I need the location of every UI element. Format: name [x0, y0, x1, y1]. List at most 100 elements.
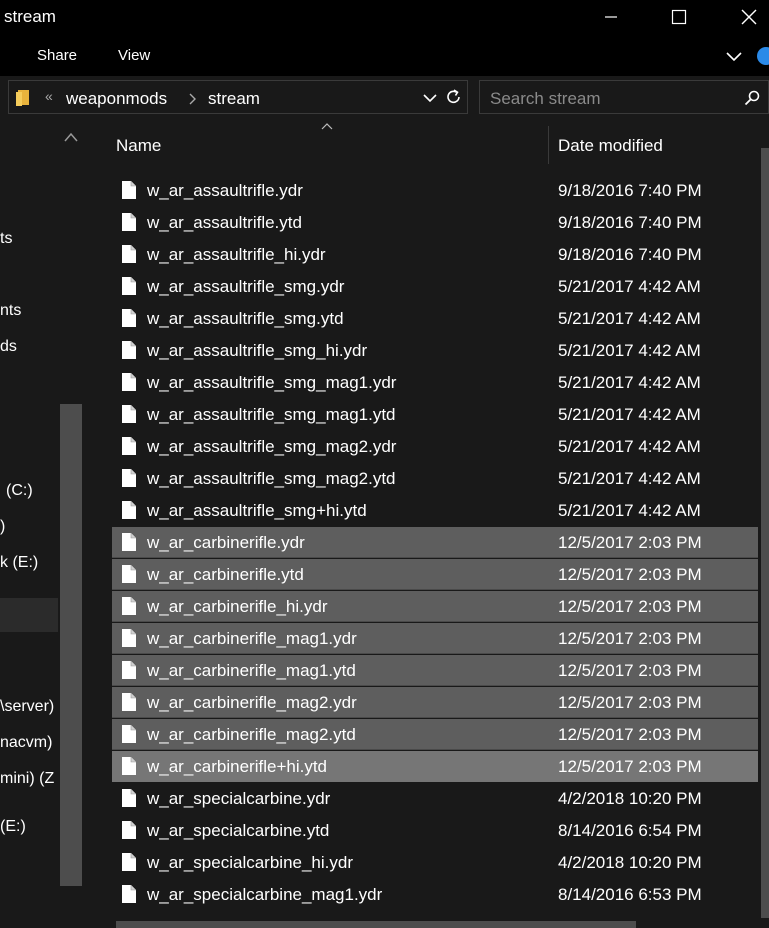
file-date-modified: 5/21/2017 4:42 AM: [558, 373, 701, 392]
file-icon: [122, 341, 136, 359]
file-name: w_ar_carbinerifle.ydr: [147, 533, 305, 552]
column-header-name[interactable]: Name: [116, 136, 161, 156]
file-row[interactable]: w_ar_carbinerifle_mag1.ydr 12/5/2017 2:03…: [112, 623, 758, 654]
file-date-modified: 5/21/2017 4:42 AM: [558, 277, 701, 296]
minimize-icon: [605, 16, 617, 18]
nav-item-recents[interactable]: nts: [0, 302, 21, 320]
close-icon: [741, 9, 757, 25]
file-name: w_ar_carbinerifle.ytd: [147, 565, 304, 584]
file-row[interactable]: w_ar_assaultrifle.ydr 9/18/2016 7:40 PM: [112, 175, 758, 206]
file-icon: [122, 661, 136, 679]
file-date-modified: 5/21/2017 4:42 AM: [558, 501, 701, 520]
search-icon[interactable]: [744, 90, 760, 106]
file-row[interactable]: w_ar_carbinerifle_hi.ydr 12/5/2017 2:03 P…: [112, 591, 758, 622]
address-dropdown-icon[interactable]: [423, 93, 437, 103]
nav-item-network-mini[interactable]: mini) (Z: [0, 770, 54, 788]
file-row[interactable]: w_ar_assaultrifle_smg_mag2.ytd 5/21/2017 …: [112, 463, 758, 494]
file-row[interactable]: w_ar_assaultrifle_smg_mag1.ytd 5/21/2017 …: [112, 399, 758, 430]
file-row[interactable]: w_ar_specialcarbine.ydr 4/2/2018 10:20 PM: [112, 783, 758, 814]
ribbon: Share View: [0, 34, 769, 76]
minimize-button[interactable]: [588, 0, 634, 34]
file-name: w_ar_carbinerifle_hi.ydr: [147, 597, 328, 616]
nav-item-network-macvm[interactable]: nacvm): [0, 734, 52, 752]
file-date-modified: 12/5/2017 2:03 PM: [558, 597, 702, 616]
file-row[interactable]: w_ar_specialcarbine_mag1.ydr 8/14/2016 6:…: [112, 879, 758, 910]
file-icon: [122, 885, 136, 903]
tab-view[interactable]: View: [118, 47, 150, 64]
nav-item-downloads[interactable]: ds: [0, 338, 17, 356]
file-name: w_ar_carbinerifle_mag1.ytd: [147, 661, 356, 680]
help-icon[interactable]: [757, 47, 769, 65]
nav-item-drive-e2[interactable]: (E:): [0, 818, 26, 836]
file-row[interactable]: w_ar_specialcarbine_hi.ydr 4/2/2018 10:20…: [112, 847, 758, 878]
file-row[interactable]: w_ar_assaultrifle_smg_mag1.ydr 5/21/2017 …: [112, 367, 758, 398]
file-date-modified: 5/21/2017 4:42 AM: [558, 437, 701, 456]
file-date-modified: 4/2/2018 10:20 PM: [558, 853, 702, 872]
file-date-modified: 12/5/2017 2:03 PM: [558, 757, 702, 776]
file-row[interactable]: w_ar_carbinerifle_mag2.ydr 12/5/2017 2:03…: [112, 687, 758, 718]
refresh-icon[interactable]: [445, 88, 463, 106]
breadcrumb-overflow[interactable]: «: [45, 88, 53, 104]
search-placeholder: Search stream: [490, 89, 601, 108]
file-row[interactable]: w_ar_specialcarbine.ytd 8/14/2016 6:54 PM: [112, 815, 758, 846]
file-name: w_ar_specialcarbine_mag1.ydr: [147, 885, 383, 904]
file-name: w_ar_carbinerifle_mag1.ydr: [147, 629, 357, 648]
file-date-modified: 12/5/2017 2:03 PM: [558, 725, 702, 744]
search-input[interactable]: Search stream: [479, 80, 769, 114]
file-date-modified: 9/18/2016 7:40 PM: [558, 245, 702, 264]
file-icon: [122, 533, 136, 551]
nav-item-drive-d[interactable]: ): [0, 518, 5, 536]
file-row[interactable]: w_ar_assaultrifle_smg+hi.ytd 5/21/2017 4:…: [112, 495, 758, 526]
file-row[interactable]: w_ar_carbinerifle.ytd 12/5/2017 2:03 PM: [112, 559, 758, 590]
file-icon: [122, 469, 136, 487]
chevron-down-icon[interactable]: [725, 50, 743, 62]
file-date-modified: 8/14/2016 6:54 PM: [558, 821, 702, 840]
file-name: w_ar_assaultrifle_smg.ydr: [147, 277, 345, 296]
file-icon: [122, 789, 136, 807]
nav-item-documents[interactable]: ts: [0, 230, 12, 248]
file-name: w_ar_specialcarbine.ydr: [147, 789, 331, 808]
file-row[interactable]: w_ar_carbinerifle_mag2.ytd 12/5/2017 2:03…: [112, 719, 758, 750]
file-date-modified: 4/2/2018 10:20 PM: [558, 789, 702, 808]
file-date-modified: 12/5/2017 2:03 PM: [558, 661, 702, 680]
tab-share[interactable]: Share: [37, 47, 77, 64]
file-name: w_ar_assaultrifle_smg_mag2.ytd: [147, 469, 396, 488]
address-bar[interactable]: « weaponmods stream: [8, 80, 468, 114]
file-name: w_ar_assaultrifle_smg.ytd: [147, 309, 344, 328]
file-date-modified: 12/5/2017 2:03 PM: [558, 693, 702, 712]
file-row[interactable]: w_ar_assaultrifle_hi.ydr 9/18/2016 7:40 P…: [112, 239, 758, 270]
file-row[interactable]: w_ar_assaultrifle_smg.ytd 5/21/2017 4:42 …: [112, 303, 758, 334]
maximize-button[interactable]: [656, 0, 702, 34]
file-icon: [122, 629, 136, 647]
close-button[interactable]: [726, 0, 769, 34]
file-icon: [122, 501, 136, 519]
file-icon: [122, 213, 136, 231]
file-icon: [122, 277, 136, 295]
column-header-date[interactable]: Date modified: [558, 136, 663, 156]
file-row[interactable]: w_ar_assaultrifle_smg.ydr 5/21/2017 4:42 …: [112, 271, 758, 302]
nav-item-network-server[interactable]: \server): [0, 698, 54, 716]
file-name: w_ar_specialcarbine_hi.ydr: [147, 853, 354, 872]
file-row[interactable]: w_ar_carbinerifle+hi.ytd 12/5/2017 2:03 P…: [112, 751, 758, 782]
file-row[interactable]: w_ar_carbinerifle.ydr 12/5/2017 2:03 PM: [112, 527, 758, 558]
title-bar: stream: [0, 0, 769, 34]
file-row[interactable]: w_ar_assaultrifle.ytd 9/18/2016 7:40 PM: [112, 207, 758, 238]
nav-item-drive-e[interactable]: k (E:): [0, 554, 38, 572]
file-name: w_ar_assaultrifle_smg_mag1.ytd: [147, 405, 396, 424]
file-row[interactable]: w_ar_assaultrifle_smg_mag2.ydr 5/21/2017 …: [112, 431, 758, 462]
file-row[interactable]: w_ar_carbinerifle_mag1.ytd 12/5/2017 2:03…: [112, 655, 758, 686]
breadcrumb-weaponmods[interactable]: weaponmods: [66, 89, 167, 109]
ribbon-controls: [725, 44, 769, 68]
column-divider[interactable]: [548, 126, 549, 164]
file-list-scrollbar-thumb[interactable]: [761, 148, 769, 918]
file-name: w_ar_assaultrifle_smg+hi.ytd: [147, 501, 367, 520]
scroll-up-icon[interactable]: [64, 131, 78, 143]
file-row[interactable]: w_ar_assaultrifle_smg_hi.ydr 5/21/2017 4:…: [112, 335, 758, 366]
file-icon: [122, 821, 136, 839]
file-date-modified: 9/18/2016 7:40 PM: [558, 181, 702, 200]
nav-item-drive-c[interactable]: (C:): [6, 482, 33, 500]
nav-scrollbar-thumb[interactable]: [60, 404, 82, 886]
horizontal-scrollbar-thumb[interactable]: [116, 921, 636, 928]
file-icon: [122, 309, 136, 327]
breadcrumb-stream[interactable]: stream: [208, 89, 260, 109]
